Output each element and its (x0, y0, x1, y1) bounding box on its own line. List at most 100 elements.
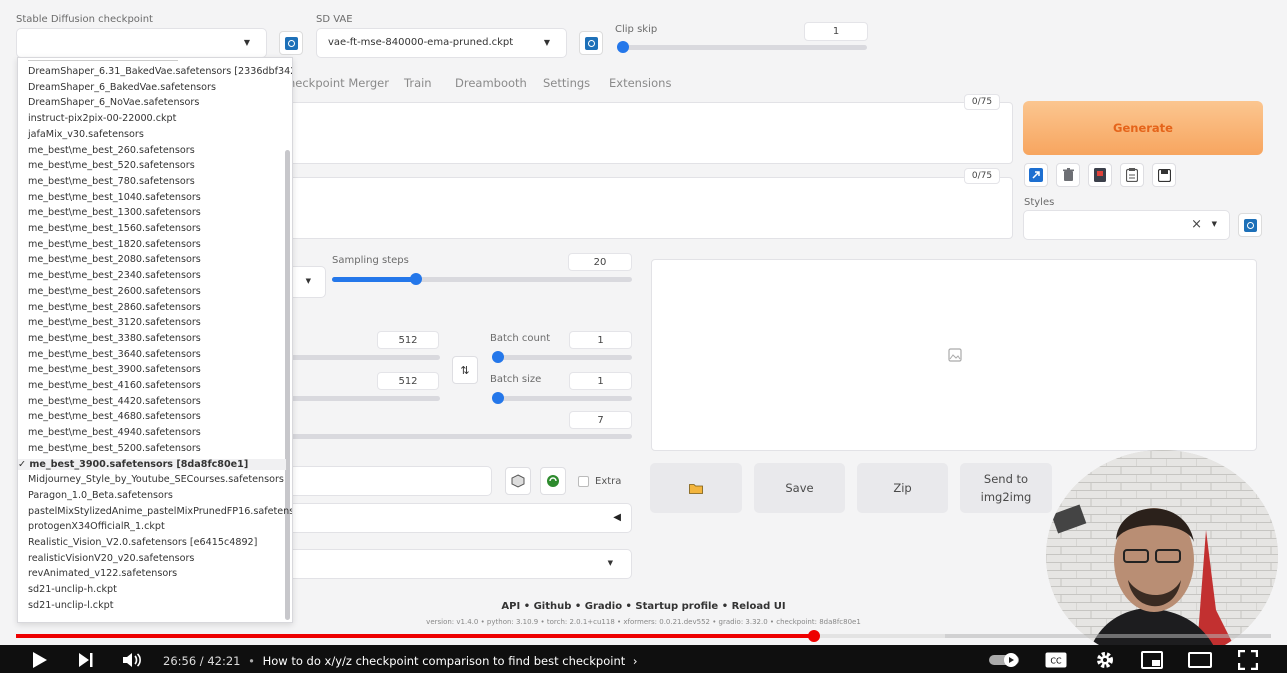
send-to-img2img-button[interactable]: Send to img2img (960, 463, 1052, 513)
clear-prompt-button[interactable] (1056, 163, 1080, 187)
dropdown-item[interactable]: Midjourney_Style_by_Youtube_SECourses.sa… (28, 474, 284, 485)
chevron-down-icon: ▼ (243, 38, 250, 47)
next-icon[interactable] (74, 648, 98, 672)
batch-size-input[interactable]: 1 (569, 372, 632, 390)
dropdown-item[interactable]: me_best\me_best_780.safetensors (28, 176, 195, 187)
dropdown-item[interactable]: instruct-pix2pix-00-22000.ckpt (28, 113, 176, 124)
dropdown-item[interactable]: me_best\me_best_3380.safetensors (28, 333, 201, 344)
extra-networks-button[interactable] (1088, 163, 1112, 187)
sampling-steps-slider[interactable] (332, 273, 632, 285)
vae-refresh-button[interactable] (579, 31, 603, 55)
dropdown-item[interactable]: protogenX34OfficialR_1.ckpt (28, 521, 165, 532)
dropdown-item-selected[interactable]: ✓ me_best_3900.safetensors [8da8fc80e1] (18, 458, 286, 470)
width-input[interactable]: 512 (377, 331, 439, 349)
dropdown-item[interactable]: me_best\me_best_3120.safetensors (28, 317, 201, 328)
batch-count-input[interactable]: 1 (569, 331, 632, 349)
tab-train[interactable]: Train (404, 76, 432, 90)
reuse-seed-button[interactable] (540, 467, 566, 495)
clip-skip-slider[interactable] (617, 41, 867, 53)
dropdown-item[interactable]: me_best\me_best_4680.safetensors (28, 411, 201, 422)
checkpoint-dropdown-list[interactable]: DreamShaper_6.31_BakedVae.safetensors [2… (17, 57, 293, 623)
video-chapter-title[interactable]: How to do x/y/z checkpoint comparison to… (263, 654, 626, 668)
dropdown-item[interactable]: me_best\me_best_4160.safetensors (28, 380, 201, 391)
play-icon[interactable] (28, 648, 52, 672)
sampling-steps-input[interactable]: 20 (568, 253, 632, 271)
theater-mode-icon[interactable] (1187, 648, 1213, 672)
miniplayer-icon[interactable] (1140, 648, 1164, 672)
checkpoint-select[interactable]: ▼ (16, 28, 267, 58)
random-seed-button[interactable] (505, 467, 531, 495)
dropdown-item[interactable]: me_best\me_best_1040.safetensors (28, 192, 201, 203)
dropdown-item[interactable]: jafaMix_v30.safetensors (28, 129, 144, 140)
dropdown-item[interactable]: me_best\me_best_2860.safetensors (28, 302, 201, 313)
generate-button[interactable]: Generate (1023, 101, 1263, 155)
dropdown-item[interactable]: Paragon_1.0_Beta.safetensors (28, 490, 173, 501)
height-slider[interactable] (290, 396, 440, 401)
dropdown-item[interactable]: me_best\me_best_2600.safetensors (28, 286, 201, 297)
open-folder-button[interactable] (650, 463, 742, 513)
styles-clear-icon[interactable]: × (1191, 217, 1202, 232)
prompt-textarea[interactable] (280, 102, 1013, 164)
styles-refresh-button[interactable] (1238, 213, 1262, 237)
batch-size-slider[interactable] (492, 392, 632, 404)
dropdown-item[interactable]: me_best\me_best_1300.safetensors (28, 207, 201, 218)
seed-input[interactable] (285, 466, 492, 496)
tab-settings[interactable]: Settings (543, 76, 590, 90)
dropdown-item[interactable]: me_best\me_best_1560.safetensors (28, 223, 201, 234)
dropdown-scrollbar[interactable] (285, 150, 290, 620)
zip-button[interactable]: Zip (857, 463, 948, 513)
tab-dreambooth[interactable]: Dreambooth (455, 76, 527, 90)
batch-count-slider-thumb[interactable] (492, 351, 504, 363)
dropdown-item[interactable]: me_best\me_best_260.safetensors (28, 145, 195, 156)
video-progress-bar[interactable] (16, 630, 1271, 642)
dropdown-item[interactable]: me_best\me_best_4420.safetensors (28, 396, 201, 407)
fullscreen-icon[interactable] (1236, 648, 1260, 672)
clip-skip-slider-thumb[interactable] (617, 41, 629, 53)
dropdown-item[interactable]: me_best\me_best_3900.safetensors (28, 364, 201, 375)
height-input[interactable]: 512 (377, 372, 439, 390)
checkpoint-refresh-button[interactable] (279, 31, 303, 55)
dropdown-item[interactable]: DreamShaper_6_NoVae.safetensors (28, 97, 199, 108)
script-select[interactable]: ▼ (285, 549, 632, 579)
save-button[interactable]: Save (754, 463, 845, 513)
apply-style-button[interactable] (1120, 163, 1144, 187)
dropdown-item[interactable]: DreamShaper_6.31_BakedVae.safetensors [2… (28, 66, 292, 77)
hires-fix-accordion[interactable]: ◀ (285, 503, 632, 533)
captions-icon[interactable]: CC (1044, 648, 1068, 672)
tab-extensions[interactable]: Extensions (609, 76, 671, 90)
dropdown-item[interactable]: Realistic_Vision_V2.0.safetensors [e6415… (28, 537, 257, 548)
dropdown-item[interactable]: revAnimated_v122.safetensors (28, 568, 177, 579)
swap-dimensions-button[interactable]: ⇅ (452, 356, 478, 384)
chevron-right-icon[interactable]: › (633, 654, 638, 668)
sampling-steps-slider-thumb[interactable] (409, 273, 422, 285)
batch-count-slider[interactable] (492, 351, 632, 363)
dropdown-item[interactable]: me_best\me_best_4940.safetensors (28, 427, 201, 438)
dropdown-item[interactable]: me_best\me_best_5200.safetensors (28, 443, 201, 454)
batch-size-slider-thumb[interactable] (492, 392, 504, 404)
tab-checkpoint-merger[interactable]: heckpoint Merger (288, 76, 389, 90)
width-slider[interactable] (290, 355, 440, 360)
styles-select[interactable]: × ▼ (1023, 210, 1230, 240)
extra-checkbox[interactable] (578, 476, 589, 487)
cfg-scale-slider[interactable] (290, 434, 632, 439)
video-scrubber[interactable] (808, 630, 821, 642)
read-params-button[interactable] (1024, 163, 1048, 187)
clip-skip-input[interactable]: 1 (804, 22, 868, 41)
autoplay-toggle-icon[interactable] (988, 648, 1024, 672)
settings-gear-icon[interactable] (1093, 648, 1117, 672)
cfg-scale-input[interactable]: 7 (569, 411, 632, 429)
dropdown-item[interactable]: me_best\me_best_3640.safetensors (28, 349, 201, 360)
dropdown-item[interactable]: me_best\me_best_2340.safetensors (28, 270, 201, 281)
dropdown-item[interactable]: DreamShaper_6_BakedVae.safetensors (28, 82, 216, 93)
dropdown-item[interactable]: sd21-unclip-h.ckpt (28, 584, 117, 595)
save-style-button[interactable] (1152, 163, 1176, 187)
dropdown-item[interactable]: me_best\me_best_520.safetensors (28, 160, 195, 171)
negative-prompt-textarea[interactable] (280, 177, 1013, 239)
dropdown-item[interactable]: sd21-unclip-l.ckpt (28, 600, 113, 611)
volume-icon[interactable] (120, 648, 144, 672)
vae-select[interactable]: vae-ft-mse-840000-ema-pruned.ckpt ▼ (316, 28, 567, 58)
dropdown-item[interactable]: me_best\me_best_2080.safetensors (28, 254, 201, 265)
dropdown-item[interactable]: realisticVisionV20_v20.safetensors (28, 553, 194, 564)
dropdown-item[interactable]: me_best\me_best_1820.safetensors (28, 239, 201, 250)
dropdown-item[interactable]: pastelMixStylizedAnime_pastelMixPrunedFP… (28, 506, 292, 517)
